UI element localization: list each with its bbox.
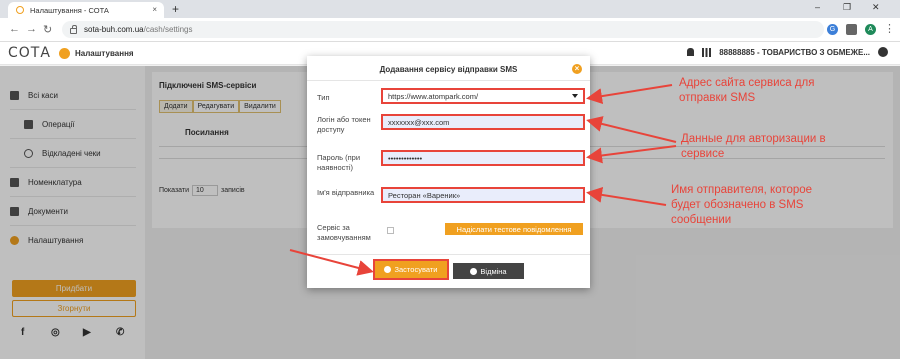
new-tab-button[interactable]: + — [172, 2, 179, 16]
annotation-auth-data: Данные для авторизации в сервисе — [681, 133, 826, 160]
apps-grid-icon[interactable] — [702, 47, 712, 57]
reload-icon[interactable]: ↻ — [43, 23, 52, 36]
dialog-divider — [307, 80, 590, 81]
header-right: 88888885 - ТОВАРИСТВО З ОБМЕЖЕ... — [687, 47, 888, 57]
type-value: https://www.atompark.com/ — [388, 91, 479, 101]
lock-icon — [70, 24, 77, 34]
maximize-icon[interactable]: ❐ — [843, 2, 851, 13]
check-circle-icon — [384, 266, 392, 273]
forward-icon[interactable]: → — [26, 23, 37, 35]
send-test-message-button[interactable]: Надіслати тестове повідомлення — [445, 223, 583, 235]
dialog-footer-divider — [307, 254, 590, 255]
translate-extension-icon[interactable]: G — [827, 24, 838, 35]
window-close-icon[interactable]: ✕ — [872, 2, 880, 13]
settings-section-icon — [59, 48, 70, 59]
url-bar[interactable]: sota-buh.com.ua /cash/settings — [62, 21, 824, 38]
type-label: Тип — [317, 93, 330, 102]
login-label: Логін або токен доступу — [317, 115, 371, 135]
bell-icon[interactable] — [687, 48, 695, 56]
cancel-button[interactable]: Відміна — [453, 263, 524, 279]
password-field[interactable]: ••••••••••••• — [381, 150, 585, 166]
extensions-puzzle-icon[interactable] — [846, 24, 857, 35]
password-label: Пароль (при наявності) — [317, 153, 361, 173]
profile-avatar[interactable]: A — [865, 24, 876, 35]
browser-toolbar: ← → ↻ sota-buh.com.ua /cash/settings G A… — [0, 18, 900, 42]
user-icon[interactable] — [878, 47, 888, 57]
browser-menu-icon[interactable]: ⋮ — [884, 22, 895, 35]
type-select[interactable]: https://www.atompark.com/ — [381, 88, 585, 104]
browser-tab-bar: Налаштування - СОТА × + – ❐ ✕ — [0, 0, 900, 18]
browser-tab[interactable]: Налаштування - СОТА × — [8, 2, 164, 18]
sender-value: Ресторан «Вареник» — [388, 190, 461, 200]
url-host: sota-buh.com.ua — [84, 25, 144, 34]
login-value: xxxxxxx@xxx.com — [388, 117, 450, 127]
apply-label: Застосувати — [394, 265, 438, 274]
test-button-label: Надіслати тестове повідомлення — [456, 224, 572, 234]
login-field[interactable]: xxxxxxx@xxx.com — [381, 114, 585, 130]
dialog-title: Додавання сервісу відправки SMS — [379, 65, 518, 74]
section-title: Налаштування — [75, 49, 134, 58]
default-service-checkbox[interactable] — [387, 227, 394, 234]
x-circle-icon — [470, 267, 478, 275]
minimize-icon[interactable]: – — [815, 2, 820, 12]
annotation-site-address: Адрес сайта сервиса для отправки SMS — [679, 77, 815, 104]
site-favicon-icon — [16, 6, 24, 14]
add-sms-service-dialog: Додавання сервісу відправки SMS × Тип ht… — [307, 56, 590, 288]
tab-close-icon[interactable]: × — [152, 5, 157, 14]
sender-name-field[interactable]: Ресторан «Вареник» — [381, 187, 585, 203]
company-name[interactable]: 88888885 - ТОВАРИСТВО З ОБМЕЖЕ... — [719, 48, 870, 57]
default-service-label: Сервіс за замовчуванням — [317, 223, 371, 243]
chevron-down-icon — [572, 94, 578, 98]
close-icon[interactable]: × — [572, 64, 582, 74]
annotation-sender-name: Имя отправителя, которое будет обозначен… — [671, 184, 813, 226]
back-icon[interactable]: ← — [9, 23, 20, 35]
cancel-label: Відміна — [480, 266, 507, 276]
sender-label: Ім'я відправника — [317, 188, 375, 197]
password-value: ••••••••••••• — [388, 153, 423, 163]
tab-title: Налаштування - СОТА — [30, 5, 109, 15]
url-path: /cash/settings — [143, 25, 193, 34]
sota-logo[interactable]: СОТА — [8, 45, 51, 61]
apply-button[interactable]: Застосувати — [373, 259, 449, 280]
